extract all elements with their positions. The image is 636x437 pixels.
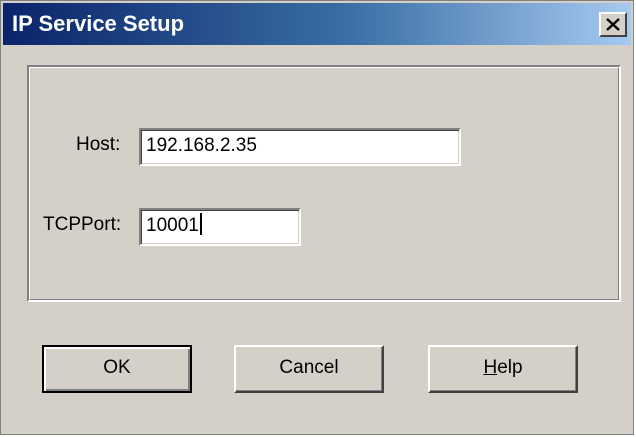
close-icon: [606, 18, 620, 31]
ok-button-label: OK: [103, 357, 131, 378]
cancel-button[interactable]: Cancel: [234, 345, 384, 393]
ok-button[interactable]: OK: [42, 345, 192, 393]
close-button[interactable]: [599, 12, 627, 37]
tcp-port-label: TCPPort:: [43, 214, 122, 235]
help-button[interactable]: Help: [428, 345, 578, 393]
title-bar[interactable]: IP Service Setup: [3, 3, 631, 45]
ip-service-setup-dialog: IP Service Setup Host: 192.168.2.35 TCPP…: [0, 0, 634, 435]
text-caret: [199, 213, 202, 235]
host-value: 192.168.2.35: [146, 135, 257, 156]
connection-groupbox: [27, 65, 621, 302]
host-label: Host:: [76, 134, 121, 155]
window-title: IP Service Setup: [12, 11, 185, 36]
tcp-port-input[interactable]: 10001: [139, 208, 301, 246]
tcp-port-value: 10001: [146, 215, 199, 236]
host-input[interactable]: 192.168.2.35: [139, 128, 461, 166]
help-button-label: elp: [497, 357, 523, 378]
cancel-button-label: Cancel: [279, 357, 339, 378]
help-mnemonic: H: [483, 357, 498, 378]
